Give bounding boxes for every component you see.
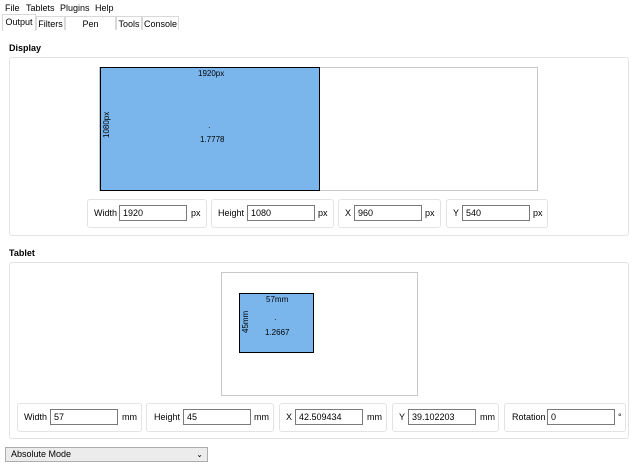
tablet-width-label-text: Width bbox=[24, 412, 48, 422]
menu-file[interactable]: File bbox=[5, 3, 20, 13]
tablet-center-marker: · bbox=[274, 315, 277, 324]
menu-plugins[interactable]: Plugins bbox=[60, 3, 90, 13]
tablet-y-field: Y mm bbox=[392, 403, 499, 432]
tab-strip: Output Filters Pen Settings Tools Consol… bbox=[0, 14, 640, 43]
display-width-unit: px bbox=[191, 208, 201, 218]
display-x-field: X px bbox=[338, 199, 441, 228]
tablet-y-unit: mm bbox=[480, 412, 495, 422]
tablet-width-label: 57mm bbox=[266, 295, 289, 304]
tablet-rotation-label-text: Rotation bbox=[512, 412, 546, 422]
display-width-label-text: Width bbox=[94, 208, 118, 218]
tablet-aspect-ratio: 1.2667 bbox=[265, 328, 290, 337]
output-mode-select[interactable]: Absolute Mode ⌄ bbox=[5, 447, 208, 462]
tablet-rotation-field: Rotation ° bbox=[504, 403, 626, 432]
tablet-height-field: Height mm bbox=[146, 403, 274, 432]
display-height-label-text: Height bbox=[218, 208, 245, 218]
tablet-x-unit: mm bbox=[367, 412, 382, 422]
menu-bar: File Tablets Plugins Help bbox=[0, 0, 640, 14]
tab-output[interactable]: Output bbox=[2, 14, 36, 31]
tab-tools[interactable]: Tools bbox=[116, 16, 142, 30]
tablet-x-label-text: X bbox=[286, 412, 293, 422]
display-height-field: Height px bbox=[211, 199, 334, 228]
display-height-unit: px bbox=[318, 208, 328, 218]
display-height-label: 1080px bbox=[102, 111, 111, 138]
display-center-marker: · bbox=[208, 123, 211, 132]
display-y-label-text: Y bbox=[453, 208, 460, 218]
display-aspect-ratio: 1.7778 bbox=[200, 135, 225, 144]
chevron-down-icon: ⌄ bbox=[196, 450, 203, 459]
display-width-label: 1920px bbox=[198, 69, 225, 78]
tablet-height-unit: mm bbox=[254, 412, 269, 422]
display-height-input[interactable] bbox=[247, 205, 315, 221]
tablet-height-label: 45mm bbox=[241, 310, 250, 333]
display-y-unit: px bbox=[533, 208, 543, 218]
display-width-field: Width px bbox=[87, 199, 207, 228]
tablet-height-input[interactable] bbox=[183, 409, 251, 425]
tablet-x-input[interactable] bbox=[295, 409, 363, 425]
tablet-rotation-input[interactable] bbox=[547, 409, 615, 425]
display-y-input[interactable] bbox=[462, 205, 530, 221]
tablet-width-unit: mm bbox=[122, 412, 137, 422]
display-x-unit: px bbox=[425, 208, 435, 218]
tab-pen-settings[interactable]: Pen Settings bbox=[65, 16, 116, 43]
display-y-field: Y px bbox=[446, 199, 548, 228]
display-section-title: Display bbox=[9, 43, 42, 53]
display-x-input[interactable] bbox=[354, 205, 422, 221]
display-width-input[interactable] bbox=[119, 205, 187, 221]
tab-filters[interactable]: Filters bbox=[36, 16, 65, 30]
tablet-width-field: Width mm bbox=[17, 403, 142, 432]
tablet-width-input[interactable] bbox=[50, 409, 118, 425]
tablet-section-title: Tablet bbox=[9, 248, 35, 258]
output-mode-value: Absolute Mode bbox=[11, 449, 72, 459]
menu-help[interactable]: Help bbox=[95, 3, 114, 13]
tab-console[interactable]: Console bbox=[142, 16, 179, 30]
tablet-x-field: X mm bbox=[279, 403, 387, 432]
tablet-y-label-text: Y bbox=[399, 412, 406, 422]
tablet-height-label-text: Height bbox=[154, 412, 181, 422]
menu-tablets[interactable]: Tablets bbox=[26, 3, 55, 13]
tablet-y-input[interactable] bbox=[408, 409, 476, 425]
display-x-label-text: X bbox=[345, 208, 352, 218]
tablet-rotation-unit: ° bbox=[618, 412, 622, 422]
